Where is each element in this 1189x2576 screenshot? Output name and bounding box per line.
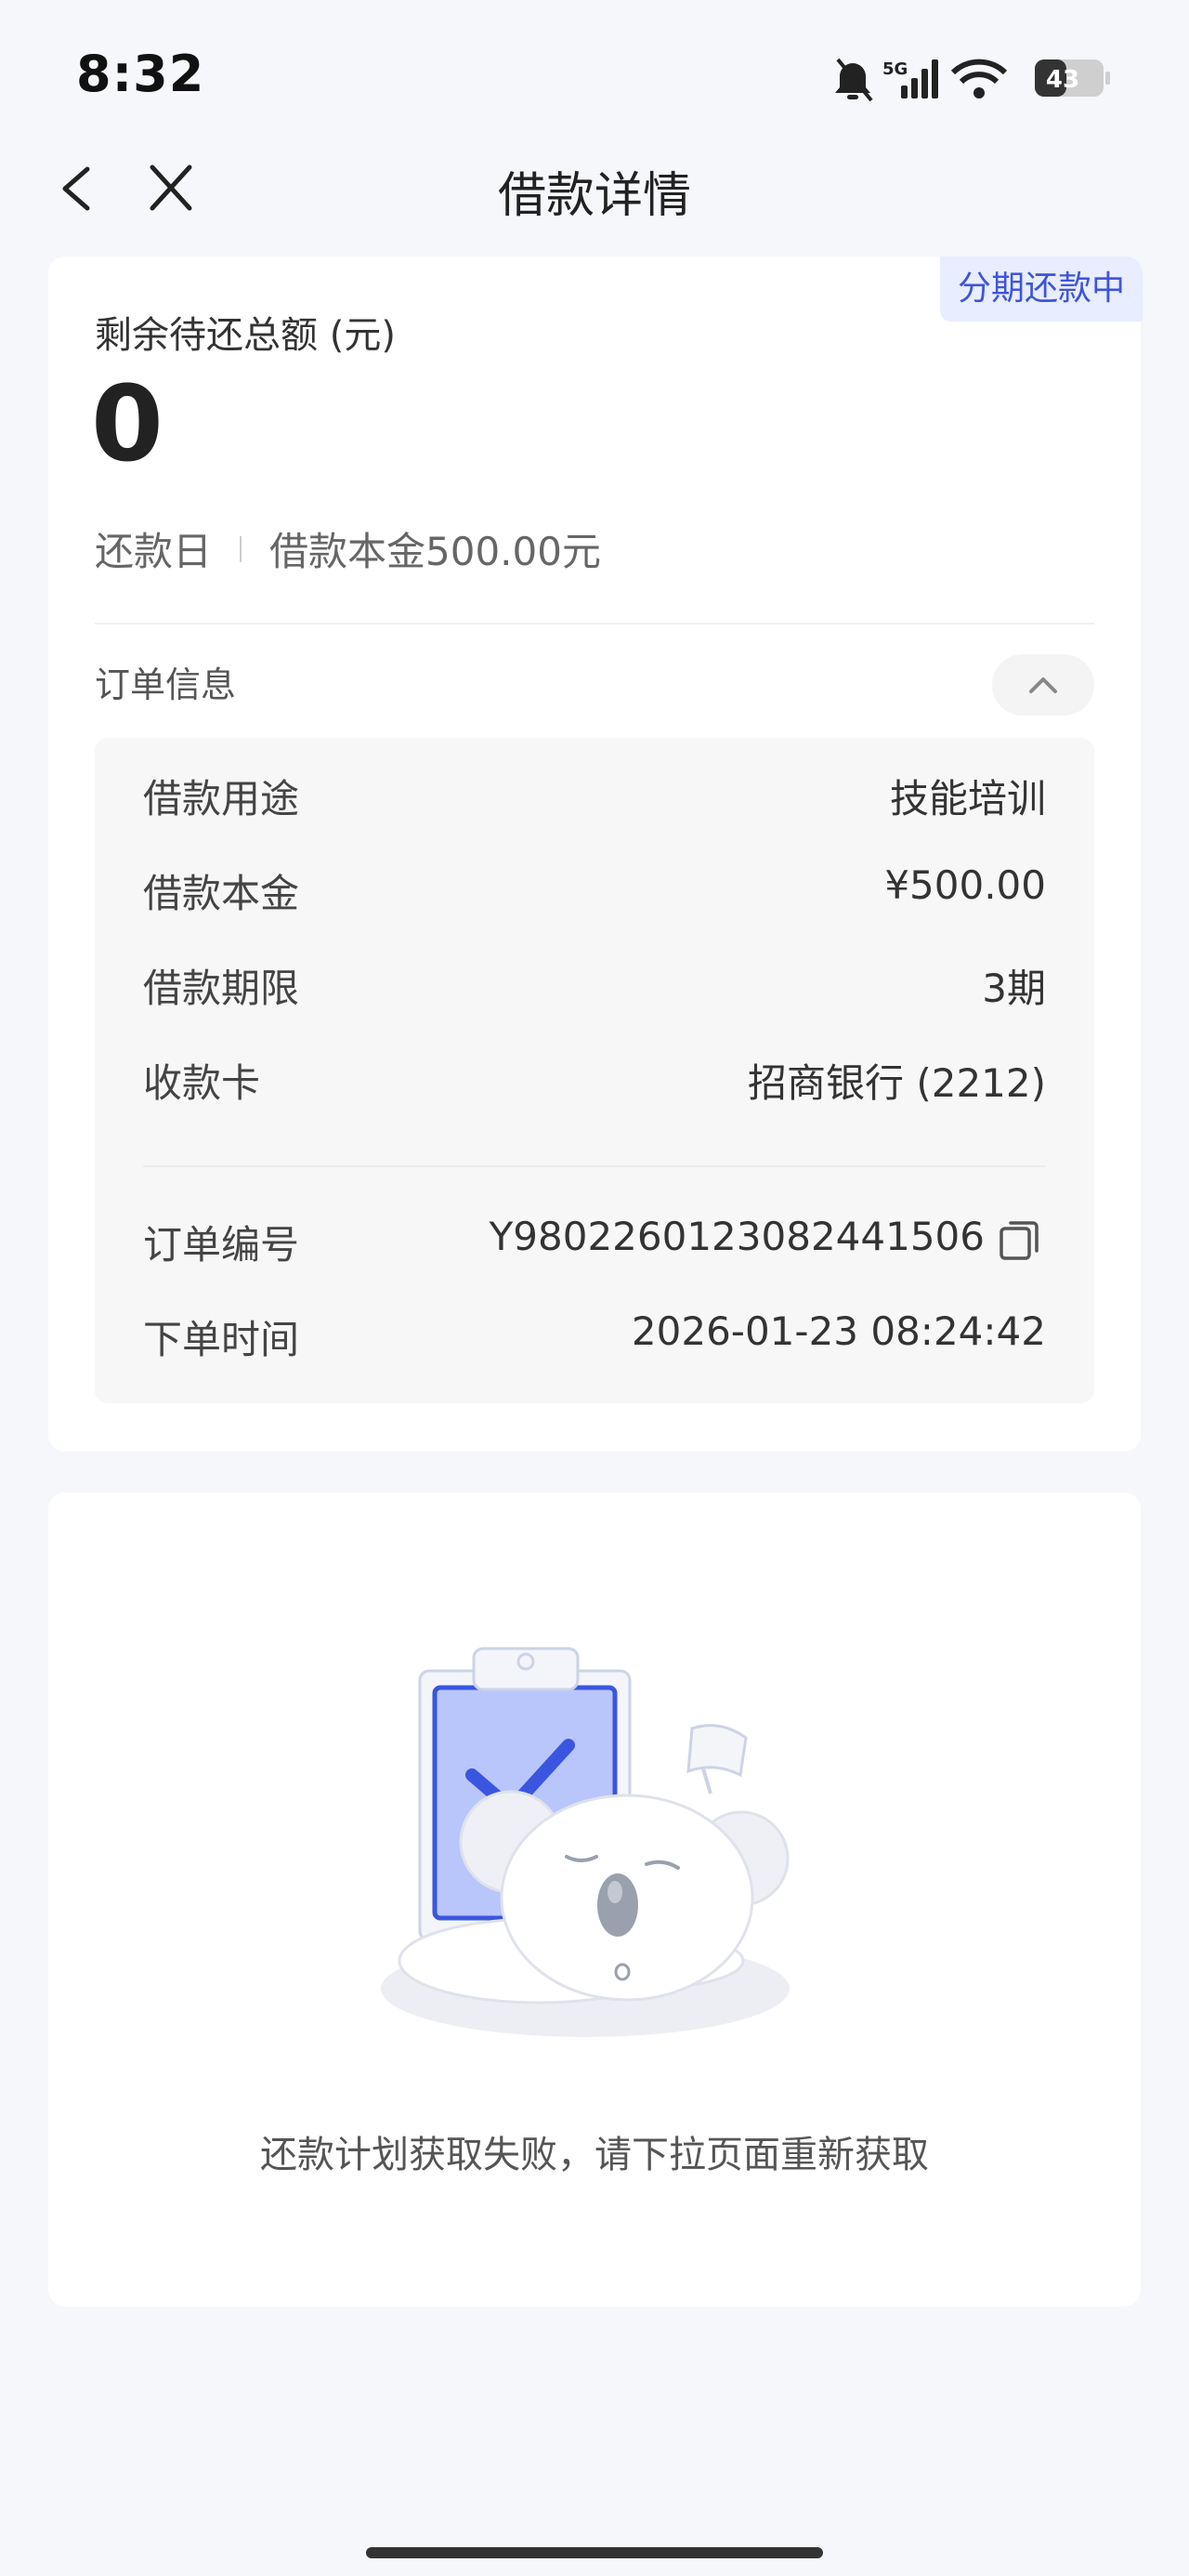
row-label-term: 借款期限	[143, 966, 300, 1011]
collapse-button[interactable]	[992, 654, 1094, 716]
page-title: 借款详情	[497, 168, 691, 224]
remaining-amount-value: 0	[91, 364, 163, 485]
remaining-amount-label: 剩余待还总额 (元)	[95, 314, 396, 357]
repay-day-label: 还款日	[95, 529, 213, 574]
repay-info-row: 还款日 借款本金500.00元	[95, 520, 601, 577]
row-value-principal: ¥500.00	[884, 862, 1046, 908]
plan-fail-message: 还款计划获取失败，请下拉页面重新获取	[260, 2134, 929, 2176]
battery-level: 43	[1046, 66, 1079, 94]
battery-icon: 43	[1035, 59, 1110, 97]
network-type: 5G	[882, 59, 908, 79]
status-time: 8:32	[76, 45, 205, 103]
status-badge: 分期还款中	[940, 256, 1143, 322]
divider	[95, 623, 1094, 624]
order-number-label: 订单编号	[143, 1222, 300, 1268]
divider	[143, 1165, 1046, 1167]
copy-icon[interactable]	[996, 1216, 1044, 1264]
order-time-value: 2026-01-23 08:24:42	[631, 1308, 1046, 1354]
row-value-term: 3期	[982, 966, 1046, 1011]
separator	[240, 535, 242, 562]
principal-text: 借款本金500.00元	[269, 529, 601, 574]
order-time-label: 下单时间	[143, 1317, 300, 1362]
row-label-card: 收款卡	[143, 1060, 261, 1106]
bell-muted-icon	[835, 58, 873, 102]
order-number-value: Y980226012308244150​6	[489, 1214, 985, 1259]
row-label-principal: 借款本金	[143, 871, 300, 916]
row-value-card: 招商银行 (2212)	[747, 1060, 1046, 1106]
home-indicator[interactable]	[366, 2547, 823, 2558]
row-value-purpose: 技能培训	[889, 776, 1046, 821]
row-label-purpose: 借款用途	[143, 776, 300, 821]
chevron-up-icon	[1029, 677, 1057, 693]
order-info-title: 订单信息	[95, 664, 237, 705]
sleeping-koala-illustration	[381, 1647, 790, 2037]
wifi-icon	[950, 59, 1008, 99]
status-icons: 5G 43	[835, 58, 1110, 102]
